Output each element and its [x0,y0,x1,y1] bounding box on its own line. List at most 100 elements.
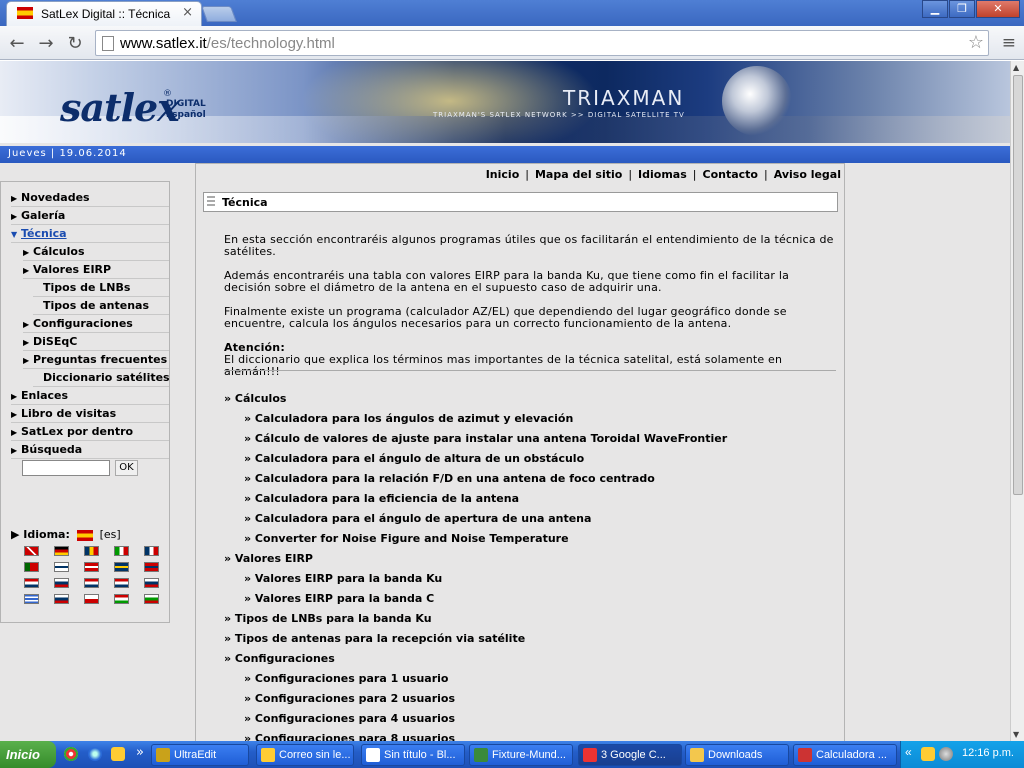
sidebar-item-preguntas-frecuentes[interactable]: ▶ Preguntas frecuentes [23,352,169,369]
taskbar-button[interactable]: Fixture-Mund... [469,744,573,766]
language-flag-icon[interactable] [144,546,159,556]
sidebar-item-tipos-de-lnbs[interactable]: Tipos de LNBs [33,280,169,297]
taskbar-button[interactable]: Sin título - Bl... [361,744,465,766]
content-link[interactable]: » Converter for Noise Figure and Noise T… [244,532,569,545]
menu-icon[interactable]: ≡ [1002,33,1016,53]
chrome-icon[interactable] [64,747,78,761]
content-link[interactable]: » Configuraciones para 4 usuarios [244,712,455,725]
language-flag-icon[interactable] [114,594,129,604]
sidebar-item-enlaces[interactable]: ▶ Enlaces [11,388,169,405]
taskbar-button[interactable]: UltraEdit [151,744,249,766]
tray-clock-icon[interactable] [921,747,935,761]
language-flag-icon[interactable] [24,578,39,588]
address-bar[interactable]: www.satlex.it/es/technology.html ☆ [95,30,989,56]
content-link[interactable]: » Calculadora para la relación F/D en un… [244,472,655,485]
language-flag-icon[interactable] [84,546,99,556]
sidebar-item-valores-eirp[interactable]: ▶ Valores EIRP [23,262,169,279]
nav-link-contacto[interactable]: Contacto [703,168,758,181]
tray-expand-icon[interactable]: « [905,745,912,759]
sidebar-item-novedades[interactable]: ▶ Novedades [11,190,169,207]
content-link[interactable]: » Tipos de antenas para la recepción via… [224,632,525,645]
tray-status-icon[interactable] [939,747,953,761]
language-flag-icon[interactable] [54,594,69,604]
language-flag-icon[interactable] [114,546,129,556]
content-link[interactable]: » Valores EIRP para la banda Ku [244,572,442,585]
language-flag-icon[interactable] [54,546,69,556]
language-flag-icon[interactable] [24,562,39,572]
clock-app-icon[interactable] [111,747,125,761]
content-link[interactable]: » Configuraciones para 2 usuarios [244,692,455,705]
nav-link-inicio[interactable]: Inicio [486,168,520,181]
search-ok-button[interactable]: OK [115,460,138,476]
taskbar-app-icon [156,748,170,762]
taskbar-button[interactable]: Correo sin le... [256,744,354,766]
sidebar-item-galería[interactable]: ▶ Galería [11,208,169,225]
language-flag-icon[interactable] [114,562,129,572]
quicklaunch-more-icon[interactable]: » [136,745,144,760]
vertical-scrollbar[interactable]: ▲ ▼ [1010,61,1024,741]
taskbar-button[interactable]: 3 Google C... [578,744,682,766]
nav-link-aviso-legal[interactable]: Aviso legal [774,168,841,181]
language-flag-icon[interactable] [84,562,99,572]
forward-icon[interactable]: → [35,33,57,54]
scroll-up-icon[interactable]: ▲ [1013,63,1019,72]
maximize-button[interactable]: ❐ [949,0,975,18]
search-input[interactable] [22,460,110,476]
scroll-down-icon[interactable]: ▼ [1013,730,1019,739]
nav-link-mapa-del-sitio[interactable]: Mapa del sitio [535,168,622,181]
sidebar-item-técnica[interactable]: ▼ Técnica [11,226,169,243]
satlex-logo[interactable]: satlex [60,85,180,130]
start-button[interactable]: Inicio [0,741,56,768]
sidebar-item-satlex-por-dentro[interactable]: ▶ SatLex por dentro [11,424,169,441]
language-flag-icon[interactable] [84,594,99,604]
taskbar-button[interactable]: Downloads [685,744,789,766]
sidebar-item-tipos-de-antenas[interactable]: Tipos de antenas [33,298,169,315]
language-code: [es] [99,528,121,541]
sidebar-item-diseqc[interactable]: ▶ DiSEqC [23,334,169,351]
content-link[interactable]: » Calculadora para el ángulo de apertura… [244,512,591,525]
content-link[interactable]: » Calculadora para el ángulo de altura d… [244,452,584,465]
content-link[interactable]: » Calculadora para los ángulos de azimut… [244,412,573,425]
content-link[interactable]: » Cálculo de valores de ajuste para inst… [244,432,727,445]
language-flag-icon[interactable] [84,578,99,588]
language-flag-icon[interactable] [24,546,39,556]
content-link[interactable]: » Valores EIRP para la banda C [244,592,434,605]
minimize-button[interactable]: ▁ [922,0,948,18]
content-link[interactable]: » Configuraciones para 1 usuario [244,672,448,685]
new-tab-button[interactable] [201,6,237,22]
ie-icon[interactable] [88,747,102,761]
language-flag-icon[interactable] [144,594,159,604]
section-header: Técnica [203,192,838,212]
reload-icon[interactable]: ↻ [64,33,86,54]
language-selector[interactable]: ▶ Idioma: [es] [11,528,121,541]
sidebar-item-búsqueda[interactable]: ▶ Búsqueda [11,442,169,459]
bookmark-star-icon[interactable]: ☆ [968,32,984,53]
triaxman-title: TRIAXMAN [563,86,685,110]
sidebar-item-configuraciones[interactable]: ▶ Configuraciones [23,316,169,333]
content-link[interactable]: » Calculadora para la eficiencia de la a… [244,492,519,505]
language-flag-icon[interactable] [144,578,159,588]
content-link[interactable]: » Configuraciones para 8 usuarios [244,732,455,741]
triangle-right-icon: ▶ [23,248,30,257]
language-flag-icon[interactable] [144,562,159,572]
sidebar-item-libro-de-visitas[interactable]: ▶ Libro de visitas [11,406,169,423]
content-link[interactable]: » Cálculos [224,392,286,405]
language-flag-icon[interactable] [54,578,69,588]
language-flag-icon[interactable] [24,594,39,604]
content-link[interactable]: » Valores EIRP [224,552,313,565]
scroll-thumb[interactable] [1013,75,1023,495]
browser-tab[interactable]: SatLex Digital :: Técnica × [6,1,202,26]
content-link[interactable]: » Configuraciones [224,652,335,665]
nav-link-idiomas[interactable]: Idiomas [638,168,687,181]
close-window-button[interactable]: ✕ [976,0,1020,18]
language-flag-icon[interactable] [54,562,69,572]
taskbar-button[interactable]: Calculadora ... [793,744,897,766]
sidebar-item-diccionario-satélites[interactable]: Diccionario satélites [33,370,170,387]
tab-close-icon[interactable]: × [182,5,193,20]
language-flag-icon[interactable] [114,578,129,588]
sidebar-item-cálculos[interactable]: ▶ Cálculos [23,244,169,261]
taskbar-label: 3 Google C... [601,749,666,761]
back-icon[interactable]: ← [6,33,28,54]
content-link[interactable]: » Tipos de LNBs para la banda Ku [224,612,432,625]
url-text[interactable]: www.satlex.it/es/technology.html [120,35,335,52]
